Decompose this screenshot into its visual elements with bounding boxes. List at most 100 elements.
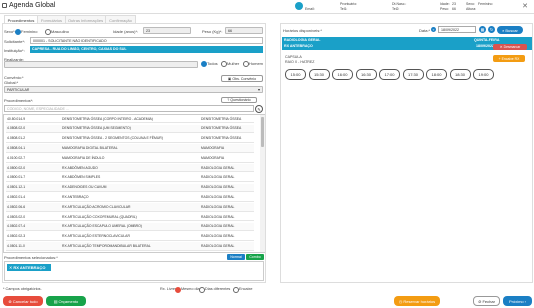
normal-toggle[interactable]: Normal xyxy=(227,254,245,260)
reservar-button[interactable]: ◷ Reservar horários xyxy=(394,296,440,306)
time-slot[interactable]: 16:30 xyxy=(355,69,377,80)
row-spec: RADIOLOGIA GERAL xyxy=(201,185,235,190)
idade-input[interactable]: 23 xyxy=(143,27,191,34)
fechar-button[interactable]: ⊘ Fechar xyxy=(473,296,500,306)
convenio-value: PARTICULAR xyxy=(7,88,30,92)
selecionados-label: Procedimentos selecionados:* xyxy=(4,255,58,260)
table-row[interactable]: 4.0802.07-4 RX ARTICULAÇÃO ESCAPULO UMERA… xyxy=(6,222,254,232)
peso-input[interactable]: 66 xyxy=(225,27,263,34)
selected-chip[interactable]: ✕ RX ANTEBRAÇO xyxy=(7,264,51,271)
normal-label: Normal xyxy=(230,255,242,259)
table-row[interactable]: 4.0100.02-7 MAMOGRAFIA DE ÍNDULO MAMOGRAFI… xyxy=(6,154,254,163)
time-slot[interactable]: 18:30 xyxy=(449,69,471,80)
time-slot[interactable]: 16:00 xyxy=(332,69,353,80)
desmarcar-button[interactable]: ✕ Desmarcar xyxy=(493,44,527,50)
combo-label: Combo xyxy=(249,255,261,259)
realizante-option-mulher: Mulher xyxy=(227,61,240,66)
required-note: * Campos obrigatórios. xyxy=(3,287,42,291)
solicitante-input[interactable]: 000001 - SOLICITANTE NÃO IDENTIFICADO xyxy=(30,37,263,44)
table-row[interactable]: 4.0802.06-6 RX ARTICULAÇÃO ACROMIO CLAVIC… xyxy=(6,203,254,212)
table-row[interactable]: 4.0808.04-1 MAMOGRAFIA DIGITAL BILATERAL M… xyxy=(6,144,254,153)
row-spec: DENSITOMETRIA ÓSSEA xyxy=(201,136,242,141)
time-slot[interactable]: 17:30 xyxy=(402,69,424,80)
row-name: DENSITOMETRIA ÓSSEA (UM SEGMENTO) xyxy=(62,126,131,131)
questionario-button[interactable]: ? Questionário xyxy=(221,97,257,103)
combo-toggle[interactable]: Combo xyxy=(246,254,264,260)
row-code: 4.0808.01-2 xyxy=(7,136,26,141)
pin-icon[interactable]: ✎ xyxy=(255,105,263,113)
scrollbar-thumb[interactable] xyxy=(261,117,264,147)
table-row[interactable]: 4.0803.02-0 RX ARTICULAÇÃO COXOFEMURAL (Q… xyxy=(6,213,254,222)
encaixe-button[interactable]: + Encaixe RX xyxy=(493,55,525,62)
cancel-all-button[interactable]: ⊗ Cancelar tudo xyxy=(3,296,43,306)
close-icon[interactable]: ✕ xyxy=(520,1,530,11)
form-panel: Sexo*: Feminino Masculino Idade (anos)*:… xyxy=(2,23,266,283)
table-row[interactable]: 4.0801.11-0 RX ARTICULAÇÃO TEMPOROMANDIBU… xyxy=(6,242,254,251)
procedimentos-label: Procedimentos*: xyxy=(4,98,34,103)
table-row[interactable]: 40.80.014-9 DENSITOMETRIA ÓSSEA (CORPO IN… xyxy=(6,115,254,124)
row-name: MAMOGRAFIA DE ÍNDULO xyxy=(62,155,105,160)
date-value: 18/09/2022 xyxy=(441,28,459,32)
buscar-button[interactable]: ⌕ Buscar xyxy=(497,26,523,34)
clinic-name: RADIOLOGIA GERAL xyxy=(284,38,321,42)
calendar-icon xyxy=(2,3,7,8)
row-code: 4.0802.02-3 xyxy=(7,234,26,239)
close-chip-icon[interactable]: ✕ xyxy=(9,265,12,270)
procedure-search-input[interactable]: CÓDIGO, NOME, ESPECIALIDADE ... xyxy=(4,105,254,112)
time-slot[interactable]: 15:00 xyxy=(285,69,306,80)
peso-field-label: Peso (Kg)*: xyxy=(202,29,223,34)
time-slot[interactable]: 19:00 xyxy=(473,69,494,80)
time-slot[interactable]: 18:00 xyxy=(426,69,447,80)
room-text: RAIO X - HATREZ xyxy=(285,60,315,64)
day-date: 18/09/2022 xyxy=(476,44,494,48)
row-spec: MAMOGRAFIA xyxy=(201,155,225,160)
table-row[interactable]: 4.0800.01-7 RX ABDÔMEN SIMPLES RADIOLOGIA … xyxy=(6,173,254,183)
plus-icon: + xyxy=(498,56,501,61)
row-code: 4.0100.02-7 xyxy=(7,155,26,160)
table-row[interactable]: 4.0802.01-4 RX ANTEBRAÇO RADIOLOGIA GERAL xyxy=(6,193,254,202)
row-name: DENSITOMETRIA ÓSSEA - 2 SEGMENTOS (COLUN… xyxy=(62,136,163,141)
patient-avatar xyxy=(295,2,303,10)
row-name: RX ABDÔMEN AGUDO xyxy=(62,165,98,170)
tab-label: Procedimentos xyxy=(7,17,35,23)
arrow-right-icon: › xyxy=(524,298,526,304)
row-spec: RADIOLOGIA GERAL xyxy=(201,175,235,180)
chevron-down-icon: ▾ xyxy=(257,87,260,92)
table-row[interactable]: 4.0800.02-0 RX ABDÔMEN AGUDO RADIOLOGIA GE… xyxy=(6,164,254,173)
tab-label: Confirmação xyxy=(109,17,132,23)
proximo-button[interactable]: Próximo › xyxy=(503,296,532,306)
time-slot[interactable]: 15:30 xyxy=(308,69,330,80)
row-spec: RADIOLOGIA GERAL xyxy=(201,244,235,249)
realizante-option-todos: Todos xyxy=(207,61,218,66)
instituicao-input[interactable]: CAPRESA - RUA DO LIMÃO, CENTRO, CAXIAS D… xyxy=(30,46,263,53)
table-row[interactable]: 4.0802.02-3 RX ARTICULAÇÃO ESTERNOCLAVICU… xyxy=(6,232,254,241)
info-icon: ▣ xyxy=(227,76,232,81)
table-row[interactable]: 4.0808.01-2 DENSITOMETRIA ÓSSEA - 2 SEGME… xyxy=(6,134,254,143)
obs-convenio-button[interactable]: ▣ Obs. Convênio xyxy=(221,75,263,82)
altura-label: Altura: xyxy=(466,7,477,11)
date-input[interactable]: 18/09/2022 xyxy=(438,26,476,33)
rx-option-mesmo-dia: Mesmo dia xyxy=(181,287,200,291)
idade-label: Idade: xyxy=(440,2,450,6)
calendar-picker-icon[interactable]: ▦ xyxy=(479,26,486,33)
realizante-input[interactable] xyxy=(4,61,198,68)
realizante-option-homem: Homem xyxy=(249,61,264,66)
refresh-icon[interactable]: ↻ xyxy=(488,26,495,33)
row-code: 4.0808.02-0 xyxy=(7,126,26,131)
orcamento-button[interactable]: ▤ Orçamento xyxy=(46,296,86,306)
row-code: 4.0803.02-0 xyxy=(7,214,26,219)
trash-icon: ✕ xyxy=(499,45,503,49)
rx-option-dias-diferentes: Dias diferentes xyxy=(205,287,231,291)
row-spec: RADIOLOGIA GERAL xyxy=(201,214,235,219)
reservar-label: Reservar horários xyxy=(403,298,436,304)
row-spec: RADIOLOGIA GERAL xyxy=(201,204,235,209)
convenio-select[interactable]: PARTICULAR ▾ xyxy=(4,86,263,93)
table-row[interactable]: 4.0808.02-0 DENSITOMETRIA ÓSSEA (UM SEGME… xyxy=(6,124,254,134)
weekday: QUINTA-FEIRA xyxy=(474,38,500,42)
time-slot[interactable]: 17:00 xyxy=(379,69,400,80)
row-spec: RADIOLOGIA GERAL xyxy=(201,224,235,229)
row-code: 4.0808.04-1 xyxy=(7,146,26,151)
table-row[interactable]: 4.0801.12-1 RX ADENOIDES OU CAVUM RADIOLOG… xyxy=(6,183,254,192)
sexo-option-feminino: Feminino xyxy=(21,29,38,34)
prontuario-label: Prontuário: xyxy=(340,2,358,6)
